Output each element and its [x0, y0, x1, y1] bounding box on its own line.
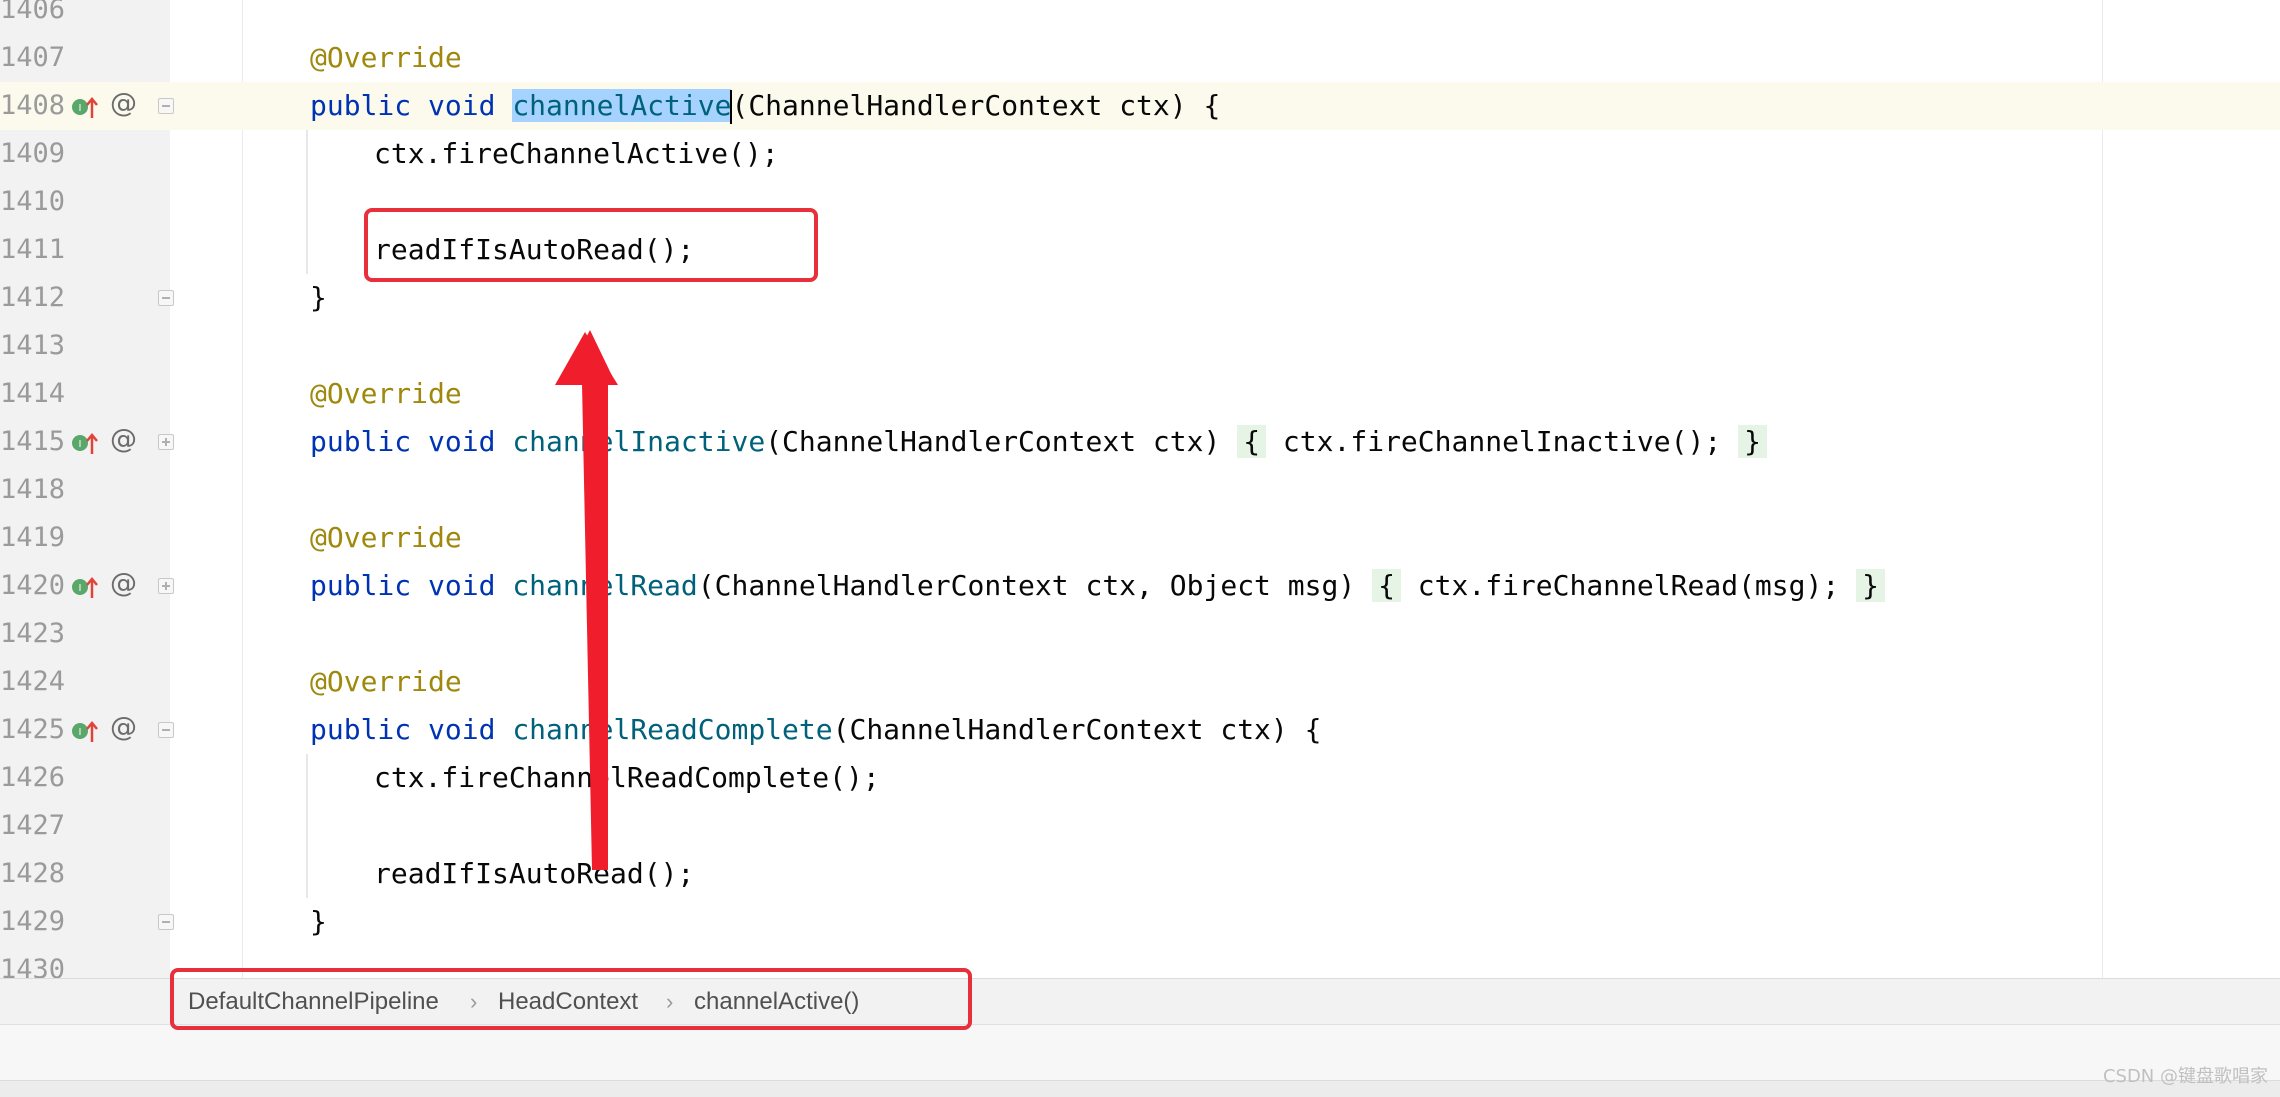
arrow-shape	[568, 330, 616, 870]
arrow-head	[555, 332, 618, 385]
watermark: CSDN @键盘歌唱家	[2102, 1066, 2268, 1087]
red-arrow-annotation	[555, 330, 618, 870]
